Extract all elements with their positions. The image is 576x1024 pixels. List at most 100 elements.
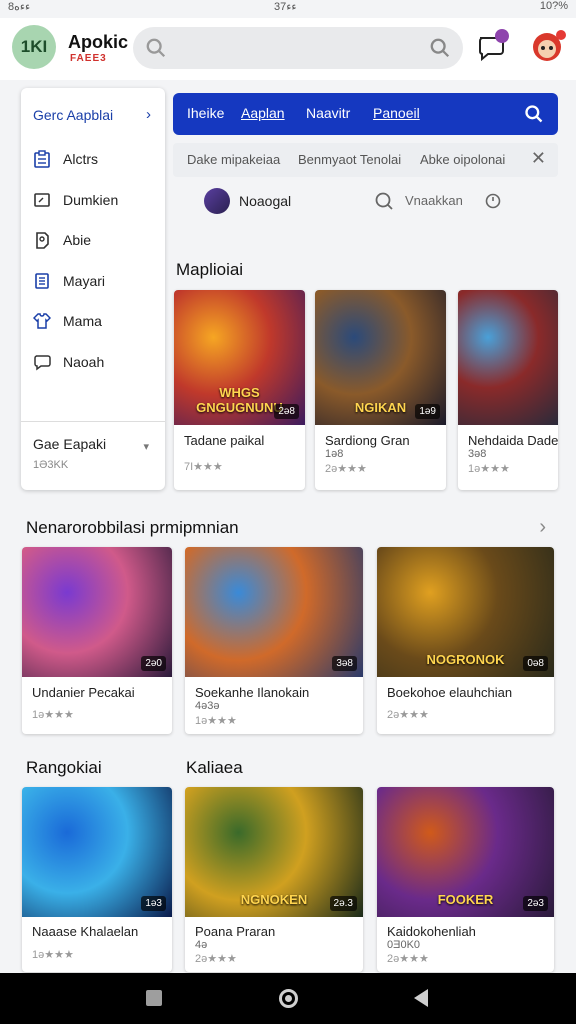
sidebar-item-naoah[interactable]: Naoah xyxy=(21,345,165,379)
sidebar-item-label: Alctrs xyxy=(63,151,98,167)
search-submit-icon[interactable] xyxy=(429,37,451,59)
sidebar-item-abie[interactable]: Abie xyxy=(21,223,165,257)
status-left: ءءه8 xyxy=(8,1,31,13)
clipboard-icon xyxy=(34,150,50,168)
app-card-image: 1ǝ3 xyxy=(22,787,172,917)
chat-bubble-icon xyxy=(479,29,509,62)
section-title: Rangokiai xyxy=(26,758,102,777)
status-bar: ءءه8 ءء37 10?% xyxy=(0,0,576,14)
app-card-title: Tadane paikal xyxy=(184,433,265,448)
app-card[interactable]: FOOKER 2ǝ3 Kaidokohenliah 0Ǝ0K0 2ǝ★★★ xyxy=(377,787,554,972)
app-card-corner-badge: 3ə8 xyxy=(332,656,357,671)
sidebar-header[interactable]: Gerc Aapblai › xyxy=(21,98,165,132)
system-nav-bar xyxy=(0,973,576,1024)
tag-icon xyxy=(36,232,49,249)
app-card[interactable]: NGNOKEN 2ǝ.3 Poana Praran 4ǝ 2ǝ★★★ xyxy=(185,787,363,972)
app-card-title: Undanier Pecakai xyxy=(32,685,135,700)
status-battery: 10?% xyxy=(539,0,568,12)
section-title: Maplioiai xyxy=(176,260,244,279)
app-card-image xyxy=(458,290,558,425)
filter-chip[interactable]: Abke oipolonai xyxy=(420,152,505,167)
square-icon[interactable] xyxy=(146,990,162,1006)
app-card-rating: 2ǝ★★★ xyxy=(387,953,429,965)
app-card-rating: 2ǝ★★★ xyxy=(325,463,367,475)
sidebar-item-alctrs[interactable]: Alctrs xyxy=(21,142,165,176)
app-card-corner-badge: 2ǝ.3 xyxy=(329,896,357,911)
app-card-subtitle: 4ə3ə xyxy=(195,700,220,712)
app-card-corner-badge: 1ǝ3 xyxy=(141,896,166,911)
app-card-corner-badge: 0ǝ8 xyxy=(523,656,548,671)
app-card-corner-badge: 2ə0 xyxy=(141,656,166,671)
box-icon xyxy=(34,193,50,207)
search-icon[interactable] xyxy=(374,191,394,211)
app-card-subtitle: 1ə8 xyxy=(325,448,344,460)
sidebar-item-label: Dumkien xyxy=(63,192,119,208)
app-card-image: 3ə8 xyxy=(185,547,363,677)
home-icon[interactable] xyxy=(279,989,298,1008)
sidebar-item-dumkien[interactable]: Dumkien xyxy=(21,183,165,217)
search-input[interactable] xyxy=(133,27,463,69)
user-name[interactable]: Noaogal xyxy=(239,193,291,209)
avatar[interactable] xyxy=(204,188,230,214)
app-card[interactable]: NOGRONOK 0ǝ8 Boekohoe elauhchian 2ǝ★★★ xyxy=(377,547,554,734)
search-icon xyxy=(146,38,166,58)
filter-chip-bar: Dake mipakeiaa Benmyaot Tenolai Abke oip… xyxy=(173,143,558,177)
tab-panoeil[interactable]: Panoeil xyxy=(373,105,420,121)
app-card-corner-badge: 2ǝ8 xyxy=(274,404,299,419)
user-row: Noaogal Vnaakkan xyxy=(173,184,558,220)
clock-icon[interactable] xyxy=(485,193,501,209)
tab-iheike[interactable]: Iheike xyxy=(187,105,224,121)
app-card-title: Sardiong Gran xyxy=(325,433,410,448)
app-card-title: Poana Praran xyxy=(195,924,276,939)
app-card-rating: 2ǝ★★★ xyxy=(387,709,429,721)
back-icon[interactable] xyxy=(414,989,428,1007)
app-card-image: NGIKAN 1ǝ9 xyxy=(315,290,446,425)
app-card[interactable]: Nehdaida Dadek 3ǝ8 1ǝ★★★ xyxy=(458,290,558,490)
filter-chip[interactable]: Dake mipakeiaa xyxy=(187,152,280,167)
sidebar: Gerc Aapblai › Alctrs Dumkien Abie Mayar… xyxy=(21,88,165,490)
app-card-subtitle: 4ǝ xyxy=(195,939,208,951)
app-card[interactable]: WHGS GNGUGNUNU 2ǝ8 Tadane paikal 7I★★★ xyxy=(174,290,305,490)
app-card-title: Naaase Khalaelan xyxy=(32,924,139,939)
app-card[interactable]: NGIKAN 1ǝ9 Sardiong Gran 1ə8 2ǝ★★★ xyxy=(315,290,446,490)
sidebar-item-label: Abie xyxy=(63,232,92,248)
sidebar-item-mama[interactable]: Mama xyxy=(21,304,165,338)
tab-naavitr[interactable]: Naavitr xyxy=(306,105,350,121)
app-card-art-text: NOGRONOK xyxy=(426,652,505,667)
shirt-icon xyxy=(33,313,51,329)
chevron-down-icon[interactable]: ▾ xyxy=(143,440,149,453)
close-icon[interactable]: ✕ xyxy=(531,148,546,169)
sidebar-item-mayari[interactable]: Mayari xyxy=(21,264,165,298)
sidebar-divider xyxy=(21,421,165,422)
app-card[interactable]: 1ǝ3 Naaase Khalaelan 1ǝ★★★ xyxy=(22,787,172,972)
section-title: Kaliaea xyxy=(186,758,243,777)
search-icon[interactable] xyxy=(524,104,544,124)
app-card[interactable]: 2ə0 Undanier Pecakai 1ə★★★ xyxy=(22,547,172,734)
app-logo[interactable]: 1KI xyxy=(12,25,56,69)
tab-aaplan[interactable]: Aaplan xyxy=(241,105,285,121)
app-card-title: Soekanhe Ilanokain xyxy=(195,685,310,700)
app-card-image: 2ə0 xyxy=(22,547,172,677)
profile-button[interactable] xyxy=(530,28,566,64)
view-label[interactable]: Vnaakkan xyxy=(405,193,463,208)
app-card-rating: 7I★★★ xyxy=(184,461,223,473)
chevron-right-icon[interactable]: › xyxy=(539,516,546,539)
messages-button[interactable] xyxy=(474,28,510,64)
app-card-subtitle: 0Ǝ0K0 xyxy=(387,939,421,951)
app-card-title: Boekohoe elauhchian xyxy=(387,685,513,700)
app-card-rating: 2ǝ★★★ xyxy=(195,953,237,965)
sidebar-item-label: Naoah xyxy=(63,354,105,370)
notification-badge xyxy=(556,30,566,40)
app-card-art-text: FOOKER xyxy=(437,892,494,907)
chat-icon xyxy=(34,355,51,371)
filter-chip[interactable]: Benmyaot Tenolai xyxy=(298,152,401,167)
app-card-image: NGNOKEN 2ǝ.3 xyxy=(185,787,363,917)
app-card-title: Kaidokohenliah xyxy=(387,924,476,939)
status-time: ءء37 xyxy=(274,1,297,13)
category-tab-bar: Iheike Aaplan Naavitr Panoeil xyxy=(173,93,558,135)
app-card-title: Nehdaida Dadek xyxy=(468,433,558,448)
document-icon xyxy=(35,273,49,289)
sidebar-footer-label[interactable]: Gae Eapaki xyxy=(33,436,106,452)
app-card[interactable]: 3ə8 Soekanhe Ilanokain 4ə3ə 1ǝ★★★ xyxy=(185,547,363,734)
app-card-rating: 1ǝ★★★ xyxy=(32,949,74,961)
